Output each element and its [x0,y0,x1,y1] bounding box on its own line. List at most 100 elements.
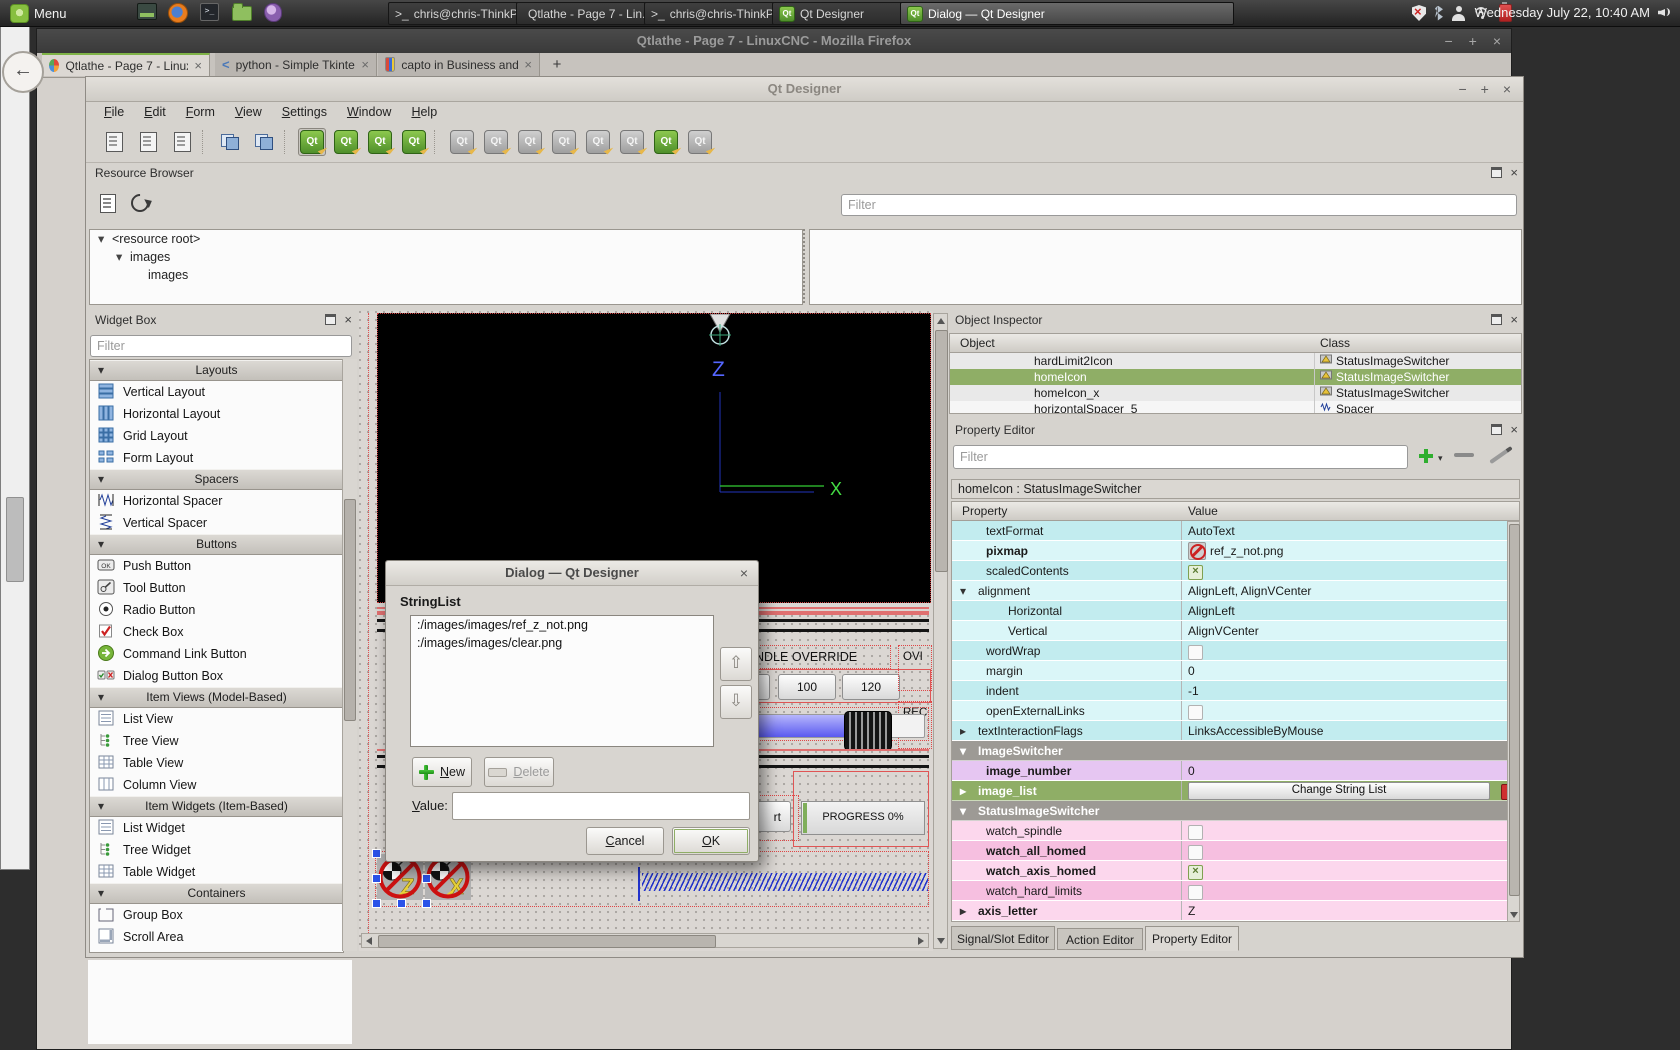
scrollbar-thumb[interactable] [935,330,948,572]
reload-resources-button[interactable] [128,191,152,215]
scroll-up-icon[interactable] [937,318,945,324]
slider-handle[interactable] [844,711,892,751]
property-row-indent[interactable]: indent-1 [952,681,1519,701]
taskbar-window-1[interactable]: >_chris@chris-ThinkPa... [388,2,526,25]
property-checkbox[interactable]: × [1188,645,1203,660]
expander-icon[interactable]: ▸ [960,721,966,740]
chevron-down-icon[interactable]: ▾ [1438,453,1443,464]
object-row-hardLimit2Icon[interactable]: hardLimit2IconStatusImageSwitcher [950,353,1521,369]
launcher-firefox-icon[interactable] [168,3,189,23]
tab-close-icon[interactable]: × [194,58,202,73]
expander-icon[interactable]: ▸ [960,901,966,920]
property-value[interactable]: Z [1188,901,1195,920]
duplicate-form-button[interactable] [134,128,162,156]
tab-close-icon[interactable]: × [524,57,532,72]
taskbar-window-3[interactable]: >_chris@chris-ThinkPa... [644,2,782,25]
layout-horizontally-button[interactable]: Qt [448,128,476,156]
widget-item-vertical-spacer[interactable]: Vertical Spacer [90,512,343,534]
close-icon[interactable]: × [1503,77,1511,101]
scroll-down-icon[interactable] [937,938,945,944]
expander-icon[interactable]: ▾ [960,801,966,821]
edit-tab-order-button[interactable]: Qt [400,128,428,156]
property-value[interactable]: AlignLeft [1188,601,1235,620]
maximize-icon[interactable]: + [1469,29,1477,53]
string-list-item-1[interactable]: :/images/images/ref_z_not.png [411,616,713,634]
property-value[interactable]: LinksAccessibleByMouse [1188,721,1323,740]
splitter-handle[interactable] [803,229,807,303]
layout-splitter-h-button[interactable]: Qt [516,128,544,156]
taskbar-clock[interactable]: Wednesday July 22, 10:40 AM [1475,0,1650,26]
section-collapse-icon[interactable]: ▾ [98,884,104,902]
section-collapse-icon[interactable]: ▾ [98,797,104,815]
widget-box-list[interactable]: ▾LayoutsVertical LayoutHorizontal Layout… [89,359,344,953]
property-row-margin[interactable]: margin0 [952,661,1519,681]
property-row-Vertical[interactable]: VerticalAlignVCenter [952,621,1519,641]
widget-item-tool-button[interactable]: Tool Button [90,577,343,599]
break-layout-button[interactable]: Qt [652,128,680,156]
widget-item-scroll-area[interactable]: Scroll Area [90,926,343,948]
tile-windows-button[interactable] [250,128,278,156]
scroll-down-icon[interactable] [1510,912,1518,918]
selection-handle[interactable] [422,899,431,908]
property-row-watch_spindle[interactable]: watch_spindle× [952,821,1519,841]
firefox-back-button[interactable]: ← [2,51,44,93]
widget-item-list-widget[interactable]: List Widget [90,817,343,839]
property-checkbox[interactable]: × [1188,865,1203,880]
tab-signal-slot-editor[interactable]: Signal/Slot Editor [951,926,1055,950]
widget-box-filter-input[interactable] [90,335,352,357]
close-icon[interactable]: × [1493,29,1501,53]
menu-help[interactable]: Help [401,101,447,124]
firefox-tab-2[interactable]: <python - Simple Tkinter Toggl× [215,53,377,76]
close-dock-icon[interactable]: × [1510,168,1518,177]
ok-button[interactable]: OK [672,827,750,855]
add-dynamic-property-button[interactable] [1418,448,1436,464]
menu-form[interactable]: Form [176,101,225,124]
property-value[interactable]: ref_z_not.png [1210,541,1283,560]
resource-tree-item[interactable]: ▾images [90,248,802,266]
property-row-watch_hard_limits[interactable]: watch_hard_limits× [952,881,1519,901]
widget-item-grid-layout[interactable]: Grid Layout [90,425,343,447]
adjust-size-button[interactable]: Qt [686,128,714,156]
taskbar-window-2[interactable]: Qtlathe - Page 7 - Lin... [516,2,654,25]
layout-form-button[interactable]: Qt [584,128,612,156]
selected-line-widget[interactable] [642,873,928,891]
property-value[interactable]: 0 [1188,761,1195,780]
widget-box-section-layouts[interactable]: ▾Layouts [90,360,343,381]
layout-splitter-v-button[interactable]: Qt [550,128,578,156]
widget-item-column-view[interactable]: Column View [90,774,343,796]
scrollbar-thumb[interactable] [6,497,24,582]
minimize-icon[interactable]: − [1458,77,1466,101]
property-row-watch_axis_homed[interactable]: watch_axis_homed× [952,861,1519,881]
change-string-list-button[interactable]: Change String List [1188,782,1490,800]
widget-item-push-button[interactable]: OKPush Button [90,555,343,577]
launcher-show-desktop-icon[interactable] [137,3,158,23]
remove-dynamic-property-icon[interactable] [1454,453,1474,457]
object-inspector-rows[interactable]: hardLimit2IconStatusImageSwitcherhomeIco… [949,353,1522,414]
expander-icon[interactable]: ▸ [960,781,966,800]
object-row-horizontalSpacer_5[interactable]: horizontalSpacer_5Spacer [950,401,1521,414]
property-checkbox[interactable]: × [1188,845,1203,860]
user-icon[interactable] [1452,6,1465,21]
property-filter-input[interactable] [953,445,1408,469]
property-row-Horizontal[interactable]: HorizontalAlignLeft [952,601,1519,621]
property-value[interactable]: AlignVCenter [1188,621,1259,640]
expander-icon[interactable]: ▾ [98,230,112,248]
property-value[interactable]: AlignLeft, AlignVCenter [1188,581,1311,600]
new-button[interactable]: New [412,757,472,787]
widget-item-check-box[interactable]: Check Box [90,621,343,643]
float-dock-icon[interactable] [1491,314,1502,325]
object-row-homeIcon[interactable]: homeIconStatusImageSwitcher [950,369,1521,385]
close-dock-icon[interactable]: × [1510,315,1518,324]
property-row-openExternalLinks[interactable]: openExternalLinks× [952,701,1519,721]
widget-item-radio-button[interactable]: Radio Button [90,599,343,621]
property-column-header[interactable]: Property [962,504,1007,518]
value-column-header[interactable]: Value [1188,504,1218,518]
class-column-header[interactable]: Class [1320,336,1350,350]
layout-grid-button[interactable]: Qt [618,128,646,156]
close-dock-icon[interactable]: × [1510,425,1518,434]
property-row-scaledContents[interactable]: scaledContents× [952,561,1519,581]
widget-item-command-link-button[interactable]: Command Link Button [90,643,343,665]
widget-box-section-buttons[interactable]: ▾Buttons [90,534,343,555]
widget-item-tree-widget[interactable]: Tree Widget [90,839,343,861]
taskbar-window-5[interactable]: QtDialog — Qt Designer [900,2,1234,25]
